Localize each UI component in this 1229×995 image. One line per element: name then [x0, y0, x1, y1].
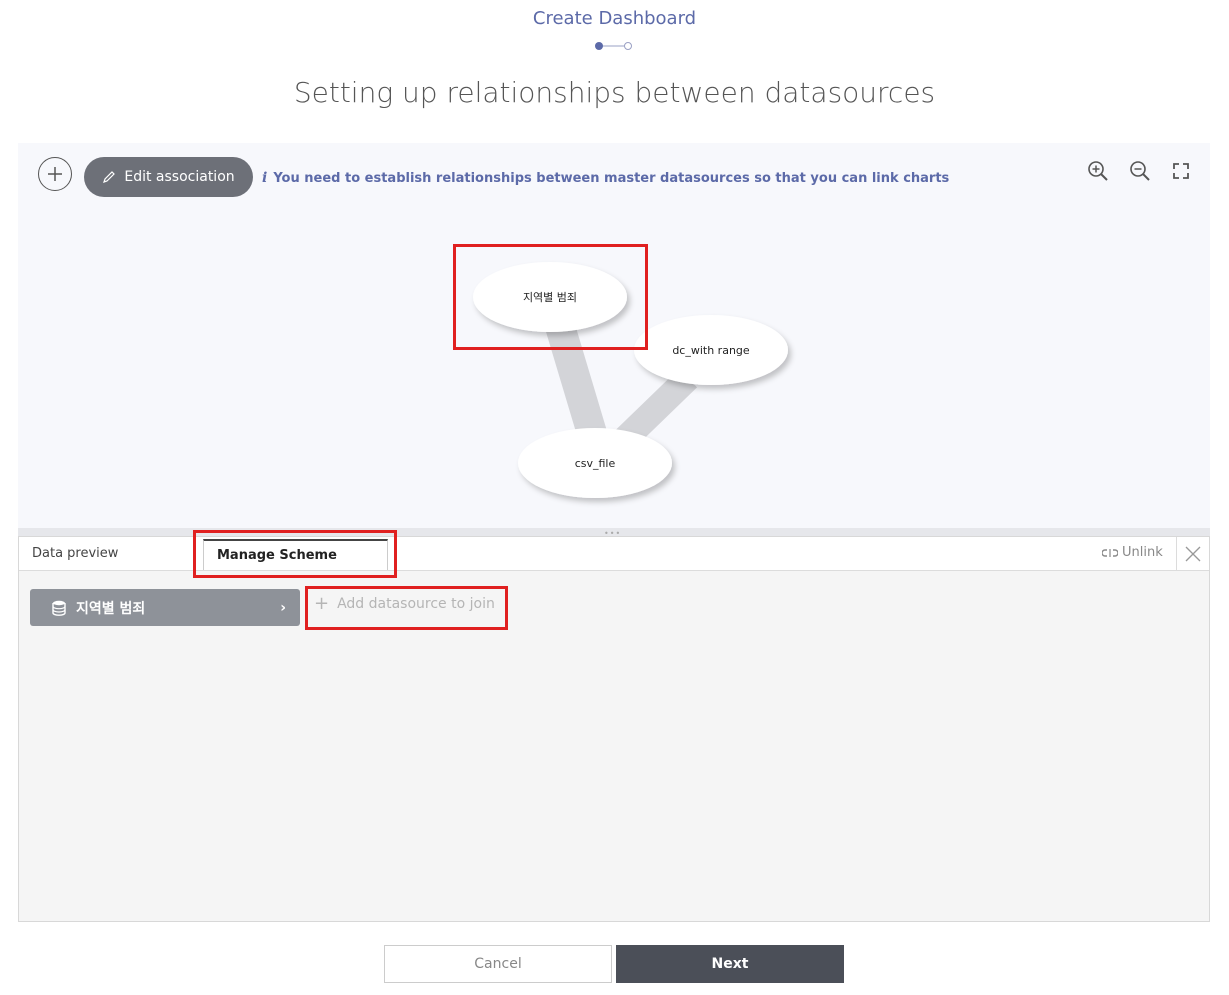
graph-node-label: 지역별 범죄 — [523, 291, 577, 304]
edit-association-button[interactable]: Edit association — [84, 157, 253, 197]
zoom-in-icon[interactable] — [1087, 160, 1109, 182]
add-datasource-button[interactable] — [38, 157, 72, 191]
info-icon: i — [262, 170, 268, 186]
graph-edge[interactable] — [544, 318, 609, 445]
graph-node-label: dc_with range — [672, 344, 750, 357]
add-join-label: Add datasource to join — [337, 596, 495, 612]
cancel-button[interactable]: Cancel — [384, 945, 612, 983]
graph-node-label: csv_file — [575, 457, 616, 470]
plus-circle-icon — [48, 167, 62, 181]
datasource-chip-label: 지역별 범죄 — [76, 600, 146, 617]
zoom-out-icon[interactable] — [1129, 160, 1151, 182]
database-icon — [52, 600, 66, 616]
relationship-graph: 지역별 범죄 dc_with range csv_file — [473, 262, 788, 498]
next-button[interactable]: Next — [616, 945, 844, 983]
unlink-icon — [1102, 548, 1118, 557]
close-panel-button[interactable] — [1176, 537, 1209, 570]
graph-node[interactable]: 지역별 범죄 — [473, 262, 627, 332]
tab-data-preview[interactable]: Data preview — [32, 546, 118, 561]
graph-node[interactable]: csv_file — [518, 428, 672, 498]
header-title: Create Dashboard — [532, 8, 697, 29]
step-dot-active — [595, 42, 603, 50]
tab-manage-scheme[interactable]: Manage Scheme — [203, 539, 388, 570]
step-indicator — [595, 42, 632, 50]
hint-text: You need to establish relationships betw… — [273, 170, 950, 186]
unlink-button[interactable]: Unlink — [1102, 545, 1163, 560]
unlink-label: Unlink — [1122, 545, 1163, 560]
plus-icon: + — [314, 593, 330, 614]
panel-tab-bar — [19, 537, 1209, 571]
graph-node[interactable]: dc_with range — [634, 315, 788, 385]
master-datasource-chip[interactable]: 지역별 범죄 › — [30, 589, 300, 626]
graph-edge[interactable] — [614, 368, 698, 450]
page-title: Setting up relationships between datasou… — [293, 76, 936, 109]
fullscreen-icon[interactable] — [1170, 160, 1192, 182]
chevron-right-icon: › — [280, 599, 286, 616]
step-dot-inactive — [624, 42, 632, 50]
close-icon — [1185, 546, 1201, 561]
pencil-icon — [103, 171, 116, 183]
add-datasource-to-join-button[interactable]: + Add datasource to join — [314, 593, 495, 614]
relationship-hint: i You need to establish relationships be… — [262, 170, 949, 186]
edit-association-label: Edit association — [124, 169, 235, 185]
